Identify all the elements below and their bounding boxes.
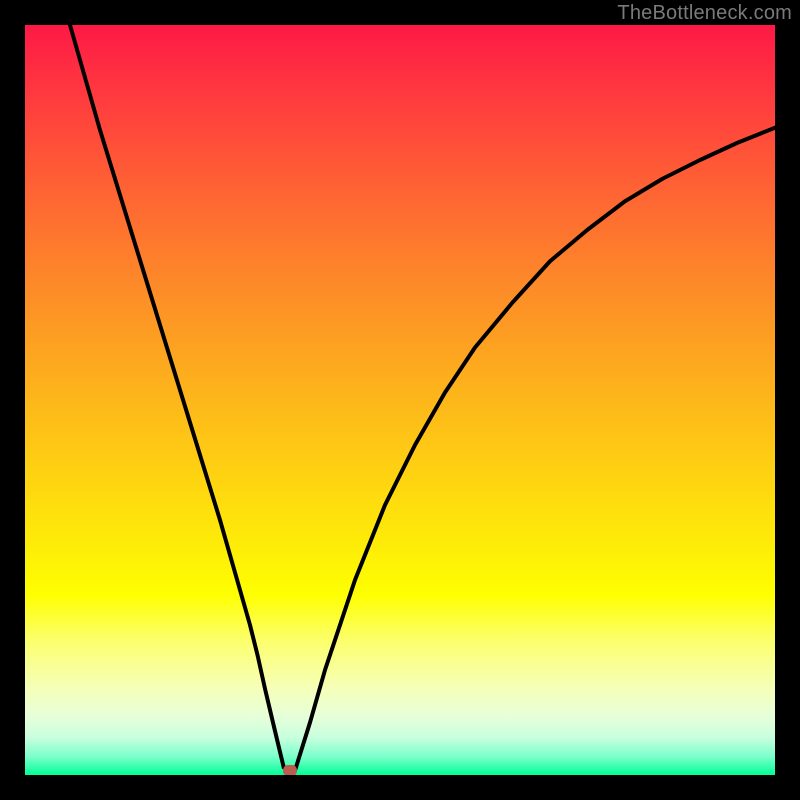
watermark-text: TheBottleneck.com [617,2,792,25]
minimum-marker [283,765,297,775]
bottleneck-curve [25,25,775,775]
chart-frame: TheBottleneck.com [0,0,800,800]
plot-area [25,25,775,775]
